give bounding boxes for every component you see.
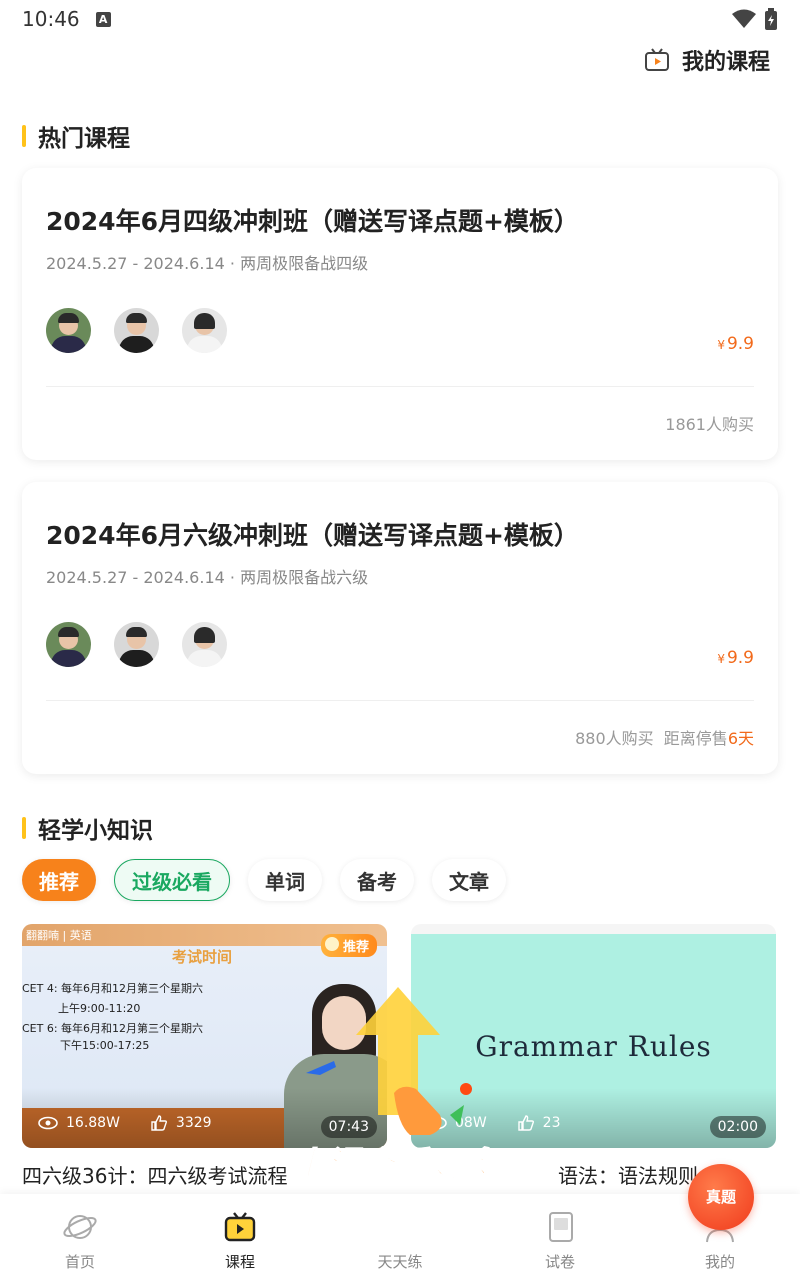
section-title-text: 轻学小知识 [38, 818, 153, 844]
video-stats: 16.88W 3329 [38, 1114, 212, 1132]
tab-words[interactable]: 单词 [248, 859, 322, 901]
teacher-face [322, 996, 366, 1050]
avatar [46, 622, 91, 667]
teacher-avatars [46, 622, 227, 667]
thumb-up-icon [517, 1115, 534, 1131]
view-count: 08W [455, 1115, 487, 1131]
video-text-line: CET 6: 每年6月和12月第三个星期六 [22, 1022, 204, 1035]
nav-label: 天天练 [377, 1253, 423, 1271]
stop-sale-label: 距离停售 [663, 729, 728, 748]
bottom-nav: 首页 课程 真题 天天练 试卷 我的 [0, 1164, 800, 1280]
video-text-line: CET 4: 每年6月和12月第三个星期六 [22, 982, 204, 995]
tv-play-icon [644, 48, 669, 71]
video-card[interactable]: 翻翻喃 | 英语 考试时间 推荐 CET 4: 每年6月和12月第三个星期六 上… [22, 924, 387, 1148]
recommend-badge: 推荐 [320, 934, 377, 957]
course-subtitle: 2024.5.27 - 2024.6.14 · 两周极限备战六级 [46, 568, 369, 587]
my-course-label: 我的课程 [681, 50, 770, 75]
divider [46, 386, 754, 387]
status-right [732, 8, 778, 30]
tab-exam-prep[interactable]: 备考 [340, 859, 414, 901]
nav-label: 课程 [224, 1253, 255, 1271]
course-title: 2024年6月四级冲刺班（赠送写译点题+模板） [46, 207, 579, 236]
section-marker [22, 125, 26, 147]
nav-label: 首页 [64, 1253, 95, 1271]
video-card[interactable]: Grammar Rules 08W 23 02:00 [411, 924, 776, 1148]
video-stats: 08W 23 [427, 1114, 561, 1132]
course-price: ¥9.9 [717, 648, 754, 668]
course-buyers: 880人购买 距离停售6天 [575, 729, 754, 748]
my-course-button[interactable]: 我的课程 [644, 44, 770, 76]
video-duration: 07:43 [320, 1116, 377, 1138]
eye-icon [38, 1116, 58, 1130]
section-title-text: 热门课程 [38, 126, 130, 152]
nav-papers[interactable]: 试卷 [480, 1194, 640, 1280]
nav-courses[interactable]: 课程 [160, 1194, 320, 1280]
section-marker [22, 817, 26, 839]
video-text-line: 上午9:00-11:20 [58, 1002, 141, 1015]
video-title[interactable]: 语法：语法规则 [558, 1160, 698, 1189]
teacher-avatars [46, 308, 227, 353]
wifi-icon [732, 9, 756, 28]
divider [46, 700, 754, 701]
nav-home[interactable]: 首页 [0, 1194, 160, 1280]
real-exam-button[interactable]: 真题 [688, 1164, 754, 1230]
avatar [182, 622, 227, 667]
crown-icon [324, 937, 339, 951]
course-buyers: 1861人购买 [665, 415, 754, 434]
video-heading: 考试时间 [172, 948, 233, 966]
tv-play-icon [222, 1209, 258, 1245]
avatar [114, 622, 159, 667]
planet-icon [62, 1209, 98, 1245]
course-card[interactable]: 2024年6月四级冲刺班（赠送写译点题+模板） 2024.5.27 - 2024… [22, 168, 778, 460]
view-count: 16.88W [66, 1115, 120, 1131]
status-bar: 10:46 A [0, 0, 800, 38]
like-count: 3329 [175, 1115, 212, 1131]
tab-articles[interactable]: 文章 [432, 859, 506, 901]
avatar [182, 308, 227, 353]
hot-courses-heading: 热门课程 [22, 119, 130, 153]
course-title: 2024年6月六级冲刺班（赠送写译点题+模板） [46, 521, 579, 550]
nav-label: 试卷 [544, 1253, 575, 1271]
battery-icon [765, 8, 777, 30]
nav-label: 我的 [704, 1253, 735, 1271]
video-slide-text: Grammar Rules [475, 1030, 712, 1063]
avatar [114, 308, 159, 353]
like-count: 23 [542, 1115, 561, 1131]
course-price: ¥9.9 [717, 334, 754, 354]
eye-icon [427, 1116, 447, 1130]
avatar [46, 308, 91, 353]
video-text-line: 下午15:00-17:25 [60, 1039, 150, 1052]
course-card[interactable]: 2024年6月六级冲刺班（赠送写译点题+模板） 2024.5.27 - 2024… [22, 482, 778, 774]
course-subtitle: 2024.5.27 - 2024.6.14 · 两周极限备战四级 [46, 254, 369, 273]
status-time: 10:46 [22, 7, 80, 31]
video-title[interactable]: 四六级36计：四六级考试流程 [22, 1160, 287, 1189]
light-learning-heading: 轻学小知识 [22, 811, 153, 845]
stop-sale-days: 6天 [727, 729, 754, 748]
video-duration: 02:00 [709, 1116, 766, 1138]
tab-recommend[interactable]: 推荐 [22, 859, 96, 901]
notification-icon: A [95, 11, 111, 27]
category-tabs: 推荐 过级必看 单词 备考 文章 [22, 859, 506, 901]
nav-daily-practice[interactable]: 真题 天天练 [320, 1164, 754, 1280]
thumb-up-icon [151, 1115, 167, 1131]
tab-must-see[interactable]: 过级必看 [114, 859, 230, 901]
paper-icon [542, 1209, 578, 1245]
